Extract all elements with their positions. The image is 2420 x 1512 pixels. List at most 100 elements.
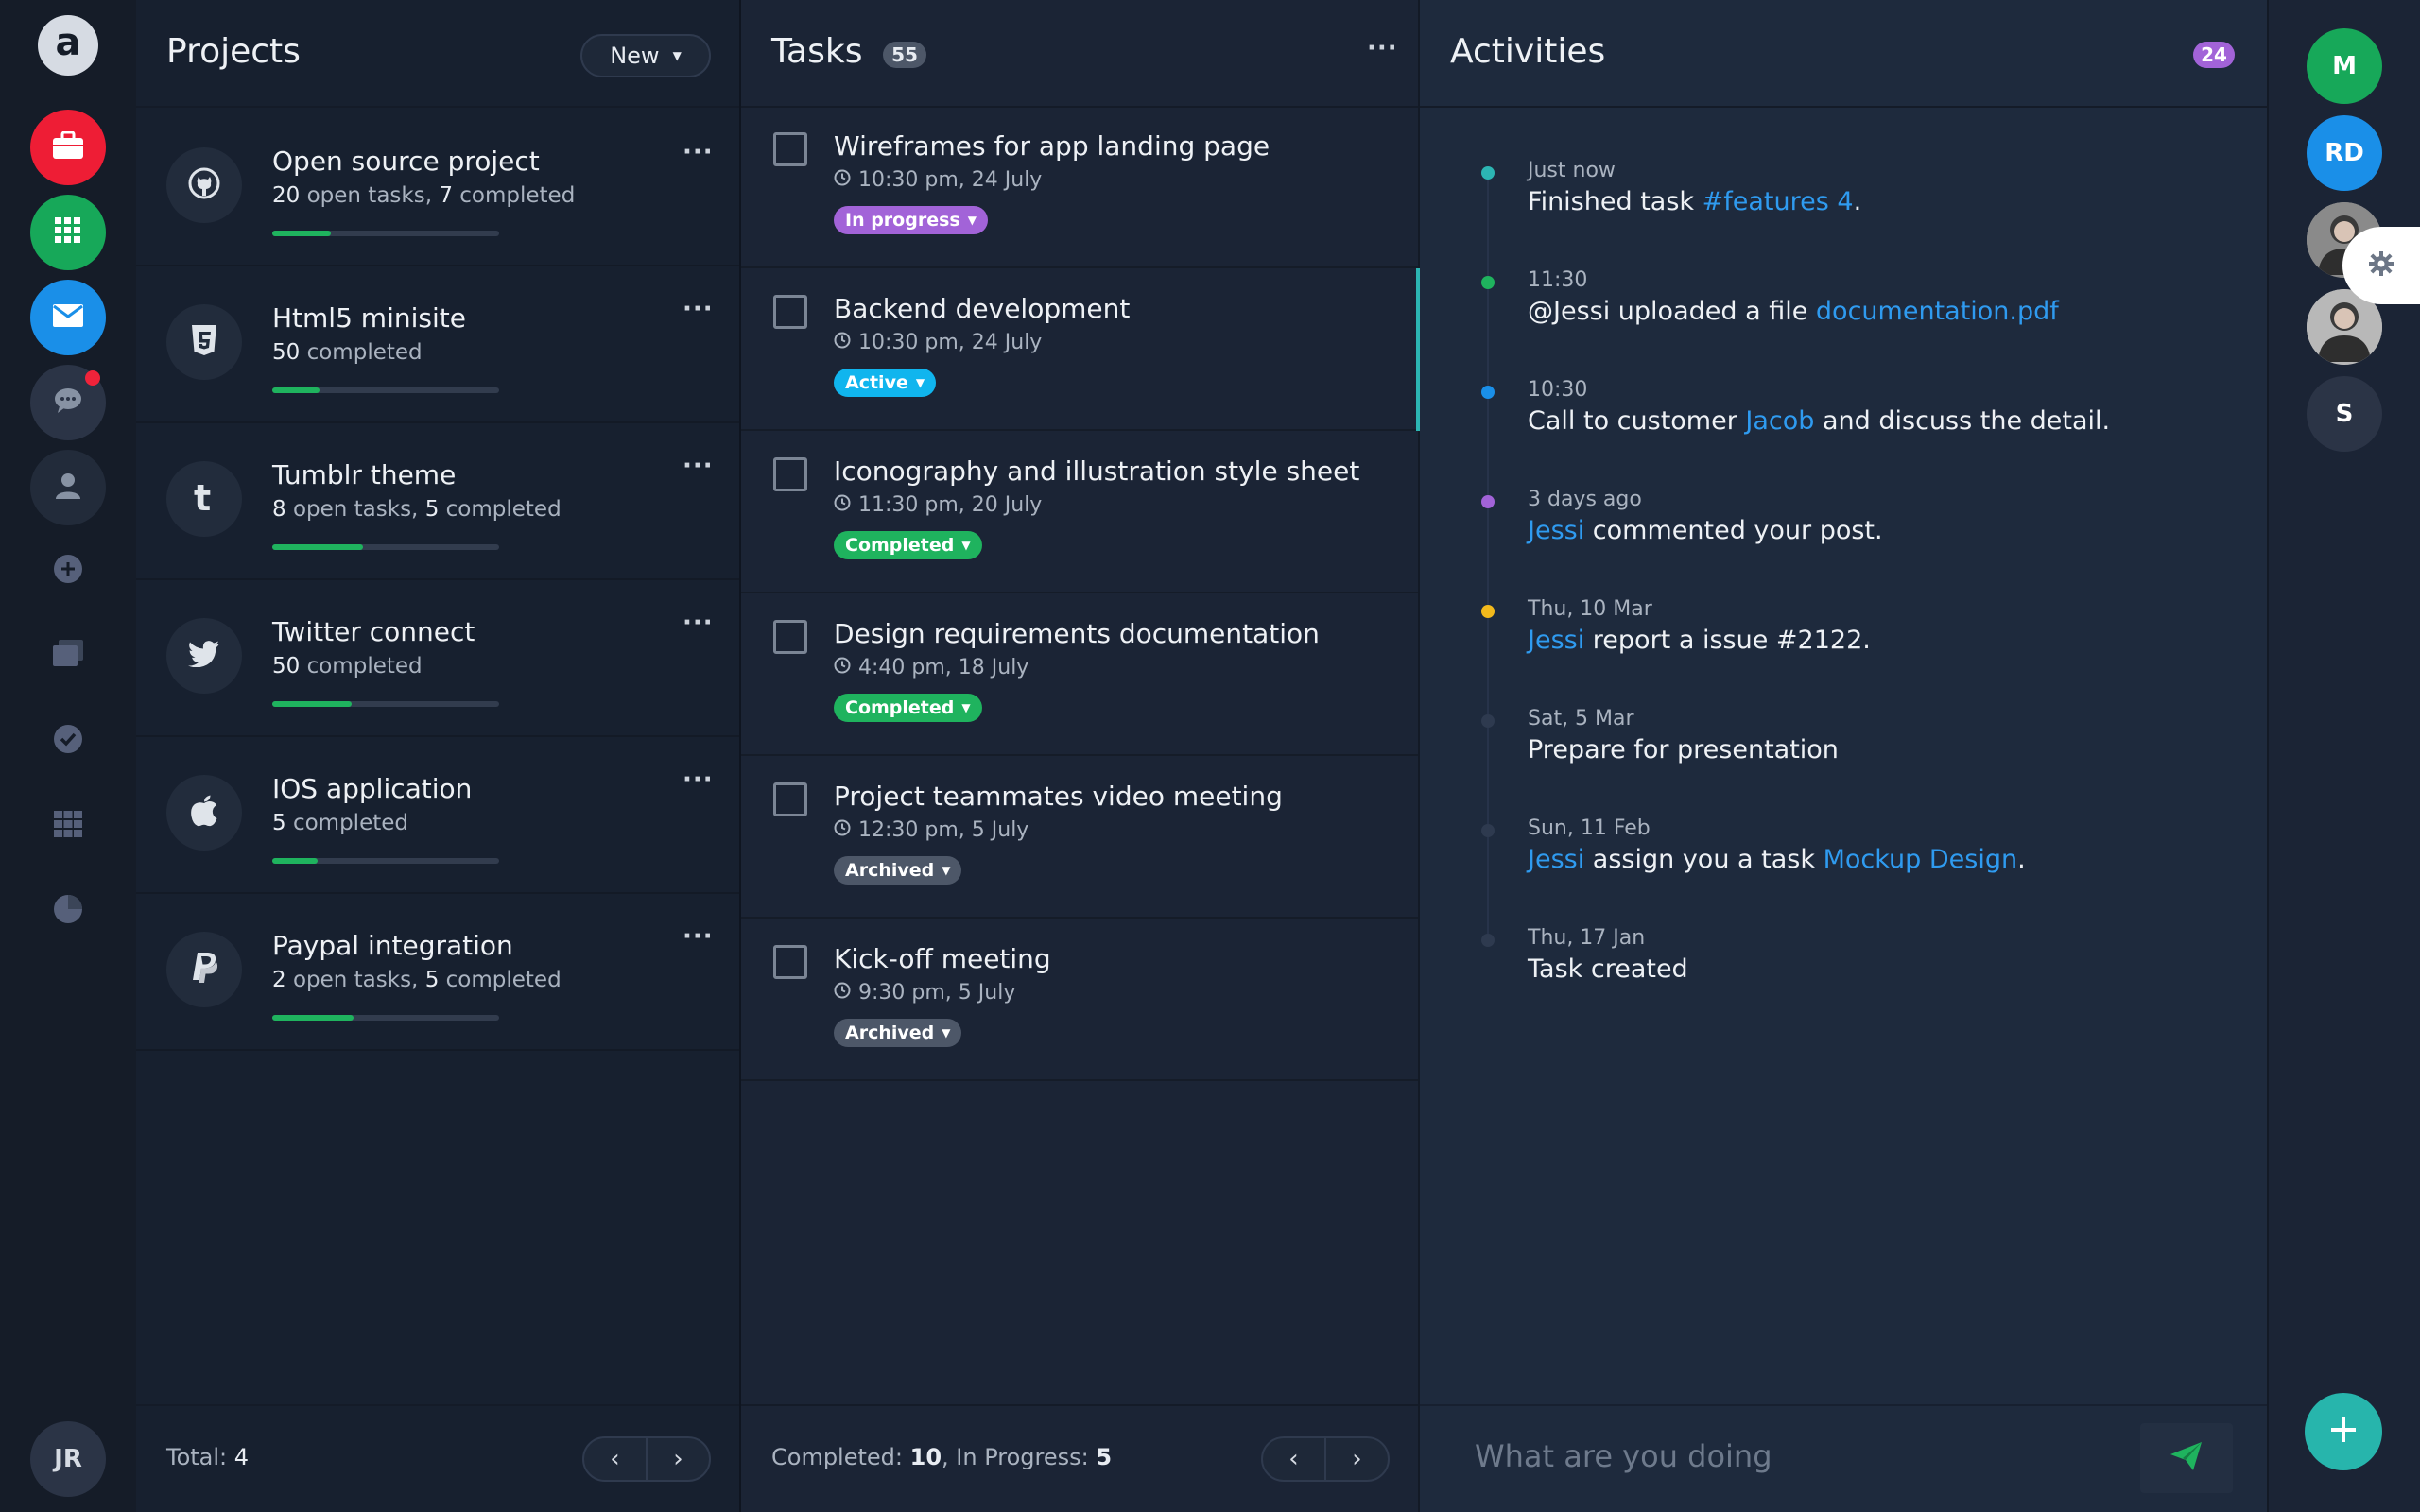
activity-text-part: Finished task: [1528, 187, 1703, 216]
activity-text: Task created: [1528, 954, 1688, 984]
progress-fill: [272, 231, 332, 236]
project-item[interactable]: Paypal integration 2 open tasks, 5 comple…: [136, 894, 739, 1051]
rail-item-briefcase[interactable]: [30, 110, 106, 185]
tasks-count-badge: 55: [883, 42, 926, 68]
task-time: 9:30 pm, 5 July: [834, 981, 1015, 1005]
activities-title: Activities: [1450, 32, 1606, 71]
progress-bar: [272, 544, 499, 550]
rail-item-table[interactable]: [49, 807, 87, 845]
project-item[interactable]: Twitter connect 50 completed ···: [136, 580, 739, 737]
total-label: Total:: [166, 1444, 234, 1470]
project-more-icon[interactable]: ···: [683, 452, 714, 480]
status-badge[interactable]: Active ▼: [834, 369, 937, 397]
task-checkbox[interactable]: [773, 295, 807, 329]
task-item[interactable]: Project teammates video meeting 12:30 pm,…: [741, 756, 1418, 919]
open-count: 8: [272, 497, 286, 522]
tasks-summary: Completed: 10, In Progress: 5: [771, 1444, 1112, 1470]
activity-text-part: assign you a task: [1584, 845, 1824, 874]
rail-item-add[interactable]: [49, 552, 87, 590]
task-checkbox[interactable]: [773, 132, 807, 166]
grid-icon: [55, 217, 81, 248]
rail-item-tasks[interactable]: [49, 722, 87, 760]
contact-avatar[interactable]: S: [2307, 376, 2382, 452]
contact-avatar[interactable]: M: [2307, 28, 2382, 104]
user-avatar[interactable]: JR: [30, 1421, 106, 1497]
next-page-button[interactable]: ›: [1326, 1438, 1388, 1480]
user-icon: [55, 472, 81, 503]
completed-label: completed: [452, 183, 576, 208]
caret-down-icon: ▼: [961, 701, 971, 714]
rail-item-user[interactable]: [30, 450, 106, 525]
project-more-icon[interactable]: ···: [683, 609, 714, 637]
send-icon: [2170, 1442, 2203, 1474]
activity-time: Thu, 10 Mar: [1528, 597, 1652, 621]
project-item[interactable]: Open source project 20 open tasks, 7 comp…: [136, 110, 739, 266]
contact-avatar[interactable]: RD: [2307, 115, 2382, 191]
activities-header: Activities 24: [1420, 0, 2267, 108]
prev-page-button[interactable]: ‹: [584, 1438, 648, 1480]
status-badge[interactable]: Completed ▼: [834, 694, 982, 722]
status-badge[interactable]: Completed ▼: [834, 531, 982, 559]
rail-item-chat[interactable]: [30, 365, 106, 440]
gear-icon: [2369, 251, 2394, 280]
status-badge[interactable]: Archived ▼: [834, 1019, 962, 1047]
task-item[interactable]: Kick-off meeting 9:30 pm, 5 July Archived ▼: [741, 919, 1418, 1081]
rail-item-mail[interactable]: [30, 280, 106, 355]
task-checkbox[interactable]: [773, 620, 807, 654]
task-item[interactable]: Iconography and illustration style sheet…: [741, 431, 1418, 593]
status-badge[interactable]: In progress ▼: [834, 206, 988, 234]
projects-pager: ‹ ›: [582, 1436, 711, 1482]
tasks-more-icon[interactable]: ···: [1367, 34, 1398, 62]
activity-link[interactable]: Jessi: [1528, 845, 1584, 874]
completed-count: 5: [272, 811, 286, 835]
activity-link[interactable]: #features 4: [1703, 187, 1854, 216]
add-fab-button[interactable]: [2305, 1393, 2382, 1470]
task-title: Kick-off meeting: [834, 943, 1051, 974]
activity-link[interactable]: Jacob: [1745, 406, 1814, 436]
task-item[interactable]: Design requirements documentation 4:40 pm…: [741, 593, 1418, 756]
table-icon: [54, 811, 82, 841]
activity-link[interactable]: Mockup Design: [1824, 845, 2018, 874]
activity-link[interactable]: Jessi: [1528, 626, 1584, 655]
new-project-button[interactable]: New ▼: [580, 34, 711, 77]
task-title: Backend development: [834, 293, 1131, 324]
task-item[interactable]: Wireframes for app landing page 10:30 pm,…: [741, 106, 1418, 268]
timeline-dot: [1481, 276, 1495, 289]
completed-count: 5: [424, 968, 440, 992]
project-more-icon[interactable]: ···: [683, 295, 714, 323]
project-more-icon[interactable]: ···: [683, 922, 714, 951]
rail-item-reports[interactable]: [49, 892, 87, 930]
task-checkbox[interactable]: [773, 782, 807, 816]
activity-link[interactable]: Jessi: [1528, 516, 1584, 545]
contact-initials: RD: [2325, 139, 2364, 167]
task-checkbox[interactable]: [773, 457, 807, 491]
project-icon: [166, 618, 242, 694]
apple-icon: [190, 795, 218, 831]
project-item[interactable]: IOS application 5 completed ···: [136, 737, 739, 894]
activity-text: Call to customer Jacob and discuss the d…: [1528, 406, 2110, 436]
settings-tab[interactable]: [2342, 227, 2420, 304]
status-badge[interactable]: Archived ▼: [834, 856, 962, 885]
paypal-icon: [190, 952, 218, 988]
activity-text: Prepare for presentation: [1528, 735, 1839, 765]
project-more-icon[interactable]: ···: [683, 765, 714, 794]
project-item[interactable]: t Tumblr theme 8 open tasks, 5 completed ··…: [136, 423, 739, 580]
activity-time: Thu, 17 Jan: [1528, 926, 1646, 950]
rail-item-apps[interactable]: [30, 195, 106, 270]
status-label: Archived: [845, 1022, 935, 1043]
rail-item-layers[interactable]: [49, 637, 87, 675]
project-item[interactable]: Html5 minisite 50 completed ···: [136, 266, 739, 423]
send-button[interactable]: [2140, 1423, 2233, 1493]
brand-logo[interactable]: a: [38, 15, 98, 76]
next-page-button[interactable]: ›: [648, 1438, 709, 1480]
task-title: Design requirements documentation: [834, 618, 1320, 649]
task-time-text: 12:30 pm, 5 July: [858, 818, 1029, 842]
project-more-icon[interactable]: ···: [683, 138, 714, 166]
compose-input[interactable]: What are you doing: [1475, 1438, 1772, 1474]
activity-link[interactable]: documentation.pdf: [1816, 297, 2059, 326]
task-checkbox[interactable]: [773, 945, 807, 979]
prev-page-button[interactable]: ‹: [1263, 1438, 1326, 1480]
progress-fill: [272, 544, 363, 550]
task-item[interactable]: Backend development 10:30 pm, 24 July Acti…: [741, 268, 1420, 431]
briefcase-icon: [52, 130, 84, 163]
